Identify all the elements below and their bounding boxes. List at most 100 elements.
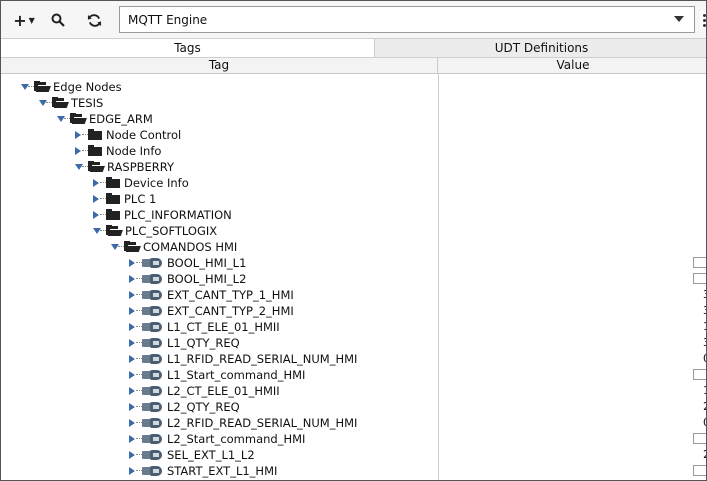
folder-row[interactable]: Node Control bbox=[1, 127, 706, 143]
value-checkbox[interactable] bbox=[693, 257, 706, 268]
value-checkbox[interactable] bbox=[693, 433, 706, 444]
refresh-icon[interactable] bbox=[85, 11, 103, 29]
tree-item-label: L1_QTY_REQ bbox=[167, 336, 240, 350]
tree-item-label: Device Info bbox=[124, 176, 189, 190]
folder-row[interactable]: TESIS bbox=[1, 95, 706, 111]
folder-row[interactable]: Node Info bbox=[1, 143, 706, 159]
plus-icon[interactable]: + ▼ bbox=[11, 11, 37, 30]
tag-row[interactable]: SEL_EXT_L1_L2 2 bbox=[1, 447, 706, 463]
folder-open-icon bbox=[34, 81, 52, 92]
expand-open-icon[interactable] bbox=[75, 164, 83, 170]
expand-closed-icon[interactable] bbox=[129, 291, 135, 299]
tag-value[interactable]: 3 bbox=[703, 336, 706, 349]
expand-closed-icon[interactable] bbox=[129, 275, 135, 283]
tab-tags[interactable]: Tags bbox=[1, 39, 375, 58]
folder-open-icon bbox=[88, 161, 106, 172]
tag-row[interactable]: L2_Start_command_HMI bbox=[1, 431, 706, 447]
value-checkbox[interactable] bbox=[693, 465, 706, 476]
expand-closed-icon[interactable] bbox=[129, 259, 135, 267]
tag-value[interactable]: 1 bbox=[703, 320, 706, 333]
tag-value[interactable]: 3 bbox=[703, 288, 706, 301]
folder-icon bbox=[106, 209, 120, 220]
folder-row[interactable]: RASPBERRY bbox=[1, 159, 706, 175]
expand-closed-icon[interactable] bbox=[129, 323, 135, 331]
expand-closed-icon[interactable] bbox=[129, 435, 135, 443]
folder-icon bbox=[88, 129, 102, 140]
tag-row[interactable]: L1_RFID_READ_SERIAL_NUM_HMI 0 bbox=[1, 351, 706, 367]
expand-closed-icon[interactable] bbox=[75, 147, 81, 155]
tag-icon bbox=[142, 401, 164, 413]
toolbar: + ▼ MQTT Engine bbox=[1, 1, 706, 39]
tag-row[interactable]: BOOL_HMI_L1 bbox=[1, 255, 706, 271]
tag-row[interactable]: EXT_CANT_TYP_2_HMI 3 bbox=[1, 303, 706, 319]
tag-value[interactable]: 0 bbox=[703, 352, 706, 365]
tag-icon bbox=[142, 353, 164, 365]
expand-open-icon[interactable] bbox=[111, 244, 119, 250]
tag-row[interactable]: L2_RFID_READ_SERIAL_NUM_HMI 0 bbox=[1, 415, 706, 431]
expand-closed-icon[interactable] bbox=[129, 339, 135, 347]
tag-provider-select[interactable]: MQTT Engine bbox=[119, 6, 695, 33]
folder-row[interactable]: Edge Nodes bbox=[1, 79, 706, 95]
tag-row[interactable]: L2_CT_ELE_01_HMII 1 bbox=[1, 383, 706, 399]
tag-value[interactable]: 2 bbox=[703, 400, 706, 413]
tag-row[interactable]: L1_QTY_REQ 3 bbox=[1, 335, 706, 351]
tree-item-label: EXT_CANT_TYP_2_HMI bbox=[167, 304, 294, 318]
expand-open-icon[interactable] bbox=[39, 100, 47, 106]
expand-closed-icon[interactable] bbox=[129, 355, 135, 363]
tree-item-label: L2_Start_command_HMI bbox=[167, 432, 306, 446]
chevron-down-icon[interactable]: ▼ bbox=[29, 16, 35, 25]
more-menu-icon[interactable] bbox=[700, 11, 706, 29]
expand-open-icon[interactable] bbox=[21, 84, 29, 90]
tag-icon bbox=[142, 433, 164, 445]
expand-closed-icon[interactable] bbox=[75, 131, 81, 139]
expand-closed-icon[interactable] bbox=[129, 467, 135, 475]
tree-item-label: Node Info bbox=[106, 144, 162, 158]
value-checkbox[interactable] bbox=[693, 369, 706, 380]
expand-closed-icon[interactable] bbox=[129, 387, 135, 395]
folder-row[interactable]: COMANDOS HMI bbox=[1, 239, 706, 255]
value-checkbox[interactable] bbox=[693, 273, 706, 284]
tag-icon bbox=[142, 417, 164, 429]
folder-open-icon bbox=[70, 113, 88, 124]
tag-value[interactable]: 0 bbox=[703, 416, 706, 429]
tag-row[interactable]: START_EXT_L1_HMI bbox=[1, 463, 706, 479]
tag-row[interactable]: L1_CT_ELE_01_HMII 1 bbox=[1, 319, 706, 335]
tag-row[interactable]: EXT_CANT_TYP_1_HMI 3 bbox=[1, 287, 706, 303]
tree-item-label: SEL_EXT_L1_L2 bbox=[167, 448, 255, 462]
column-header-tag[interactable]: Tag bbox=[1, 58, 438, 74]
expand-closed-icon[interactable] bbox=[93, 179, 99, 187]
expand-closed-icon[interactable] bbox=[129, 403, 135, 411]
tag-value[interactable]: 3 bbox=[703, 304, 706, 317]
expand-open-icon[interactable] bbox=[57, 116, 65, 122]
search-icon[interactable] bbox=[49, 11, 67, 29]
tree-item-label: Edge Nodes bbox=[53, 80, 122, 94]
column-header-value[interactable]: Value bbox=[438, 58, 706, 74]
tag-row[interactable]: L1_Start_command_HMI bbox=[1, 367, 706, 383]
tag-row[interactable]: L2_QTY_REQ 2 bbox=[1, 399, 706, 415]
expand-closed-icon[interactable] bbox=[93, 211, 99, 219]
tag-icon bbox=[142, 449, 164, 461]
tree-item-label: TESIS bbox=[71, 96, 104, 110]
folder-row[interactable]: Device Info bbox=[1, 175, 706, 191]
expand-closed-icon[interactable] bbox=[129, 371, 135, 379]
dropdown-arrow-icon[interactable] bbox=[674, 16, 684, 22]
expand-closed-icon[interactable] bbox=[129, 419, 135, 427]
folder-row[interactable]: PLC_SOFTLOGIX bbox=[1, 223, 706, 239]
folder-row[interactable]: PLC 1 bbox=[1, 191, 706, 207]
expand-closed-icon[interactable] bbox=[129, 307, 135, 315]
folder-row[interactable]: EDGE_ARM bbox=[1, 111, 706, 127]
tree-item-label: BOOL_HMI_L1 bbox=[167, 256, 247, 270]
tab-udt-definitions[interactable]: UDT Definitions bbox=[375, 39, 706, 58]
expand-open-icon[interactable] bbox=[93, 228, 101, 234]
folder-icon bbox=[88, 145, 102, 156]
folder-row[interactable]: PLC_INFORMATION bbox=[1, 207, 706, 223]
tree-item-label: L1_CT_ELE_01_HMII bbox=[167, 320, 280, 334]
tag-row[interactable]: BOOL_HMI_L2 bbox=[1, 271, 706, 287]
tree-item-label: RASPBERRY bbox=[107, 160, 175, 174]
tag-tree: Edge Nodes TESIS EDGE_ARM Node Control Node … bbox=[1, 74, 706, 480]
tag-value[interactable]: 1 bbox=[703, 384, 706, 397]
tag-value[interactable]: 2 bbox=[703, 448, 706, 461]
expand-closed-icon[interactable] bbox=[129, 451, 135, 459]
expand-closed-icon[interactable] bbox=[93, 195, 99, 203]
tree-item-label: START_EXT_L1_HMI bbox=[167, 464, 278, 478]
